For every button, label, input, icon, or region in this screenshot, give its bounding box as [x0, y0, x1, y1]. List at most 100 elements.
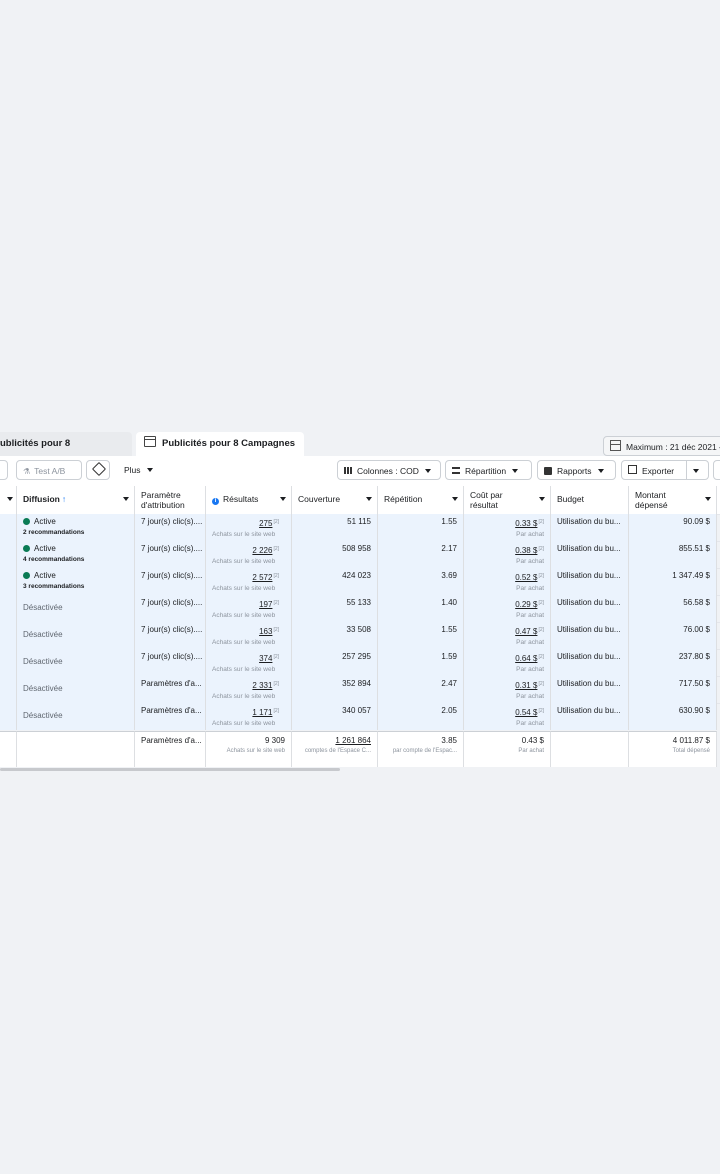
results-value[interactable]: 1 171	[252, 708, 272, 717]
total-reach-subtext: comptes de l'Espace C...	[304, 748, 371, 754]
frequency-cell: 2.17	[378, 541, 464, 568]
diffusion-cell: Désactivée	[17, 595, 135, 622]
tag-button[interactable]	[86, 460, 110, 480]
results-value[interactable]: 374	[259, 654, 272, 663]
total-cost-per-result-cell: 0.43 $ Par achat	[464, 731, 551, 767]
header-amount-spent[interactable]: Montant dépensé	[629, 486, 717, 514]
reach-cell: 352 894	[292, 676, 378, 703]
row-select[interactable]	[0, 514, 17, 541]
table-row[interactable]: Désactivée Paramètres d'a... 1 171[2] Achat…	[0, 703, 720, 730]
caret-down-icon	[452, 497, 458, 501]
cost-per-result-subtext: Par achat	[516, 558, 544, 565]
row-select[interactable]	[0, 541, 17, 568]
header-cost-per-result[interactable]: Coût par résultat	[464, 486, 551, 514]
results-subtext: Achats sur le site web	[212, 585, 276, 592]
reach-value: 352 894	[342, 679, 371, 688]
export-menu-button[interactable]	[686, 460, 709, 480]
results-value[interactable]: 163	[259, 627, 272, 636]
caret-down-icon	[539, 497, 545, 501]
caret-down-icon	[7, 497, 13, 501]
budget-value: Utilisation du bu...	[557, 571, 621, 580]
attribution-value: 7 jour(s) clic(s)....	[141, 652, 203, 661]
row-select[interactable]	[0, 676, 17, 703]
results-value[interactable]: 2 331	[252, 681, 272, 690]
attribution-value: 7 jour(s) clic(s)....	[141, 598, 203, 607]
table-row[interactable]: Désactivée Paramètres d'a... 2 331[2] Achat…	[0, 676, 720, 703]
recommendations-link[interactable]: 3 recommandations	[23, 581, 128, 592]
row-select[interactable]	[0, 703, 17, 730]
total-attribution-cell: Paramètres d'a...	[135, 731, 206, 767]
date-range-button[interactable]: Maximum : 21 déc 2021 –	[603, 436, 720, 456]
header-attribution[interactable]: Paramètre d'attribution	[135, 486, 206, 514]
amount-spent-cell: 630.90 $	[629, 703, 717, 730]
reach-value: 55 133	[346, 598, 371, 607]
calendar-grid-icon	[144, 436, 156, 447]
test-ab-button[interactable]: ⚗ Test A/B	[16, 460, 82, 480]
breakdown-dropdown[interactable]: Répartition	[445, 460, 532, 480]
cost-per-result-value[interactable]: 0.29 $	[515, 600, 537, 609]
more-dropdown[interactable]: Plus	[124, 460, 153, 480]
export-button[interactable]: Exporter	[621, 460, 687, 480]
columns-label: Colonnes : COD	[357, 466, 419, 476]
budget-cell: Utilisation du bu...	[551, 595, 629, 622]
results-value[interactable]: 275	[259, 519, 272, 528]
results-cell: 163[2] Achats sur le site web	[206, 622, 292, 649]
row-select[interactable]	[0, 595, 17, 622]
header-reach[interactable]: Couverture	[292, 486, 378, 514]
results-subtext: Achats sur le site web	[212, 693, 276, 700]
attribution-value: Paramètres d'a...	[141, 706, 202, 715]
cost-per-result-value[interactable]: 0.38 $	[515, 546, 537, 555]
columns-dropdown[interactable]: Colonnes : COD	[337, 460, 441, 480]
total-reach-cell: 1 261 864 comptes de l'Espace C...	[292, 731, 378, 767]
recommendations-link[interactable]: 2 recommandations	[23, 527, 128, 538]
header-results[interactable]: i Résultats	[206, 486, 292, 514]
frequency-value: 1.55	[441, 625, 457, 634]
frequency-cell: 2.05	[378, 703, 464, 730]
cost-per-result-value[interactable]: 0.64 $	[515, 654, 537, 663]
table-row[interactable]: Désactivée 7 jour(s) clic(s).... 374[2] Ach…	[0, 649, 720, 676]
edge-button[interactable]	[0, 460, 8, 480]
recommendations-link[interactable]: 4 recommandations	[23, 554, 128, 565]
row-select[interactable]	[0, 649, 17, 676]
cost-per-result-value[interactable]: 0.52 $	[515, 573, 537, 582]
cost-per-result-value[interactable]: 0.33 $	[515, 519, 537, 528]
row-select[interactable]	[0, 568, 17, 595]
total-cost-per-result-value: 0.43 $	[521, 736, 544, 745]
cost-per-result-value[interactable]: 0.54 $	[515, 708, 537, 717]
amount-spent-value: 76.00 $	[683, 625, 710, 634]
header-select[interactable]	[0, 486, 17, 514]
header-label: Répétition	[384, 494, 423, 504]
cost-per-result-subtext: Par achat	[516, 531, 544, 538]
total-spacer	[0, 731, 17, 767]
reports-dropdown[interactable]: Rapports	[537, 460, 616, 480]
cost-per-result-value[interactable]: 0.31 $	[515, 681, 537, 690]
row-select[interactable]	[0, 622, 17, 649]
tab-ads-partial[interactable]: ublicités pour 8 Campagnes	[0, 432, 132, 473]
table-row[interactable]: Active 4 recommandations 7 jour(s) clic(s)…	[0, 541, 720, 568]
tab-ads[interactable]: Publicités pour 8 Campagnes	[136, 432, 304, 456]
horizontal-scrollbar[interactable]	[0, 768, 340, 771]
header-label: Diffusion	[23, 494, 60, 504]
attribution-value: 7 jour(s) clic(s)....	[141, 625, 203, 634]
table-row[interactable]: Désactivée 7 jour(s) clic(s).... 163[2] Ach…	[0, 622, 720, 649]
cost-per-result-cell: 0.38 $[2] Par achat	[464, 541, 551, 568]
results-value[interactable]: 2 572	[252, 573, 272, 582]
table-row[interactable]: Active 2 recommandations 7 jour(s) clic(s)…	[0, 514, 720, 541]
header-budget[interactable]: Budget	[551, 486, 629, 514]
total-reach-value[interactable]: 1 261 864	[298, 736, 371, 746]
footnote-marker: [2]	[538, 708, 544, 714]
budget-value: Utilisation du bu...	[557, 625, 621, 634]
header-frequency[interactable]: Répétition	[378, 486, 464, 514]
results-subtext: Achats sur le site web	[212, 531, 276, 538]
edge-right-button[interactable]	[713, 460, 720, 480]
info-icon[interactable]: i	[212, 498, 219, 505]
results-value[interactable]: 197	[259, 600, 272, 609]
header-diffusion[interactable]: Diffusion ↑	[17, 486, 135, 514]
attribution-cell: Paramètres d'a...	[135, 703, 206, 730]
table-row[interactable]: Désactivée 7 jour(s) clic(s).... 197[2] Ach…	[0, 595, 720, 622]
table-row[interactable]: Active 3 recommandations 7 jour(s) clic(s)…	[0, 568, 720, 595]
cost-per-result-cell: 0.29 $[2] Par achat	[464, 595, 551, 622]
footnote-marker: [2]	[538, 627, 544, 633]
cost-per-result-value[interactable]: 0.47 $	[515, 627, 537, 636]
results-value[interactable]: 2 226	[252, 546, 272, 555]
